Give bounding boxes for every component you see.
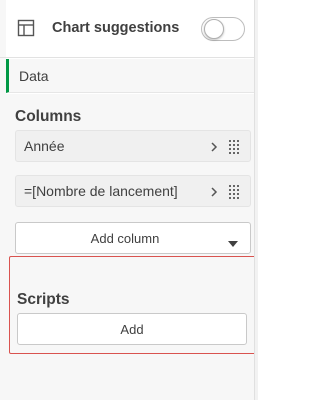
caret-down-icon <box>227 235 239 247</box>
column-item[interactable]: Année <box>15 130 251 162</box>
chevron-right-icon[interactable] <box>209 140 219 154</box>
toggle-knob <box>204 19 224 39</box>
panel-right-edge <box>254 0 258 400</box>
chart-suggestions-toggle[interactable] <box>201 17 245 41</box>
column-item[interactable]: =[Nombre de lancement] <box>15 175 251 207</box>
column-item-label: Année <box>24 138 65 154</box>
scripts-highlight-box: Scripts Add <box>9 256 257 354</box>
drag-handle-icon[interactable] <box>228 139 240 155</box>
add-script-label: Add <box>120 322 144 337</box>
tab-data[interactable]: Data <box>6 59 258 93</box>
scripts-heading: Scripts <box>17 291 70 308</box>
properties-panel: Chart suggestions Data Columns Année =[N… <box>0 0 258 400</box>
add-column-button[interactable]: Add column <box>15 222 251 254</box>
table-chart-icon <box>17 19 35 37</box>
columns-heading: Columns <box>15 108 82 125</box>
add-column-label: Add column <box>90 231 160 246</box>
chevron-right-icon[interactable] <box>209 185 219 199</box>
column-item-label: =[Nombre de lancement] <box>24 183 178 199</box>
drag-handle-icon[interactable] <box>228 184 240 200</box>
chart-suggestions-header: Chart suggestions <box>0 0 258 58</box>
tab-data-label: Data <box>19 68 49 84</box>
chart-suggestions-title: Chart suggestions <box>52 20 180 36</box>
data-section: Columns Année =[Nombre de lancement] Add… <box>6 94 258 400</box>
add-script-button[interactable]: Add <box>17 313 247 345</box>
